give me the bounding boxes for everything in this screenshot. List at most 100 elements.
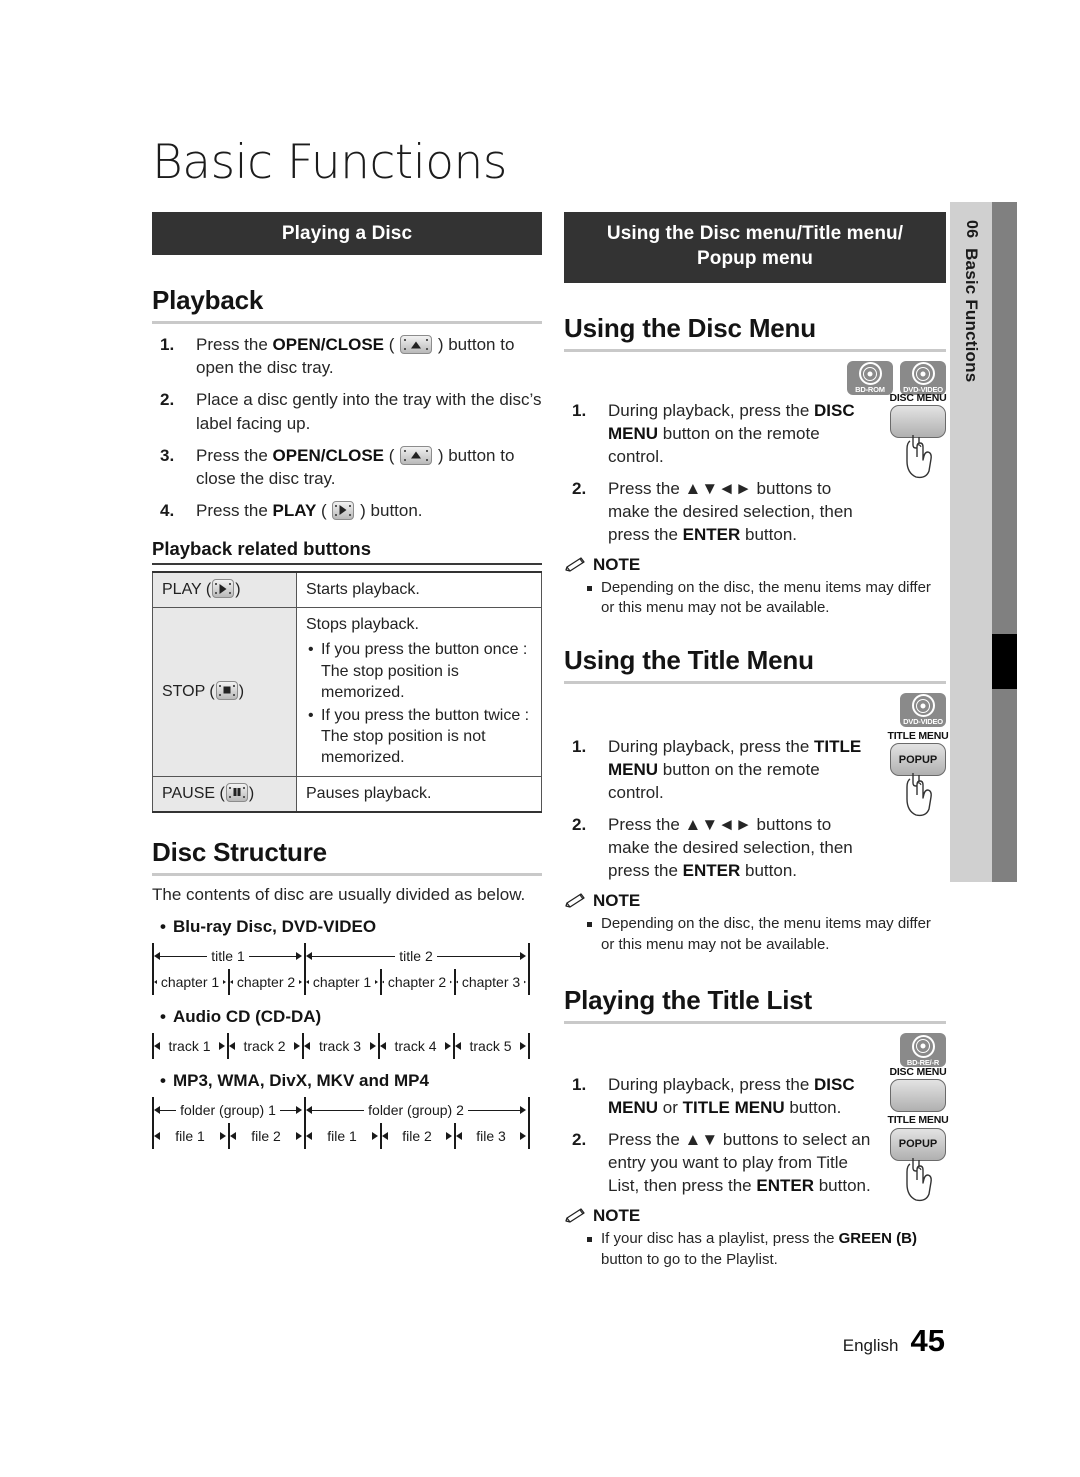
heading-using-the-title-menu: Using the Title Menu xyxy=(564,644,814,675)
step-text-pre: During playback, press the xyxy=(608,1074,814,1094)
disc-structure-group-label: Audio CD (CD-DA) xyxy=(160,1007,542,1027)
diagram-segment: title 2 xyxy=(304,943,528,969)
pencil-icon xyxy=(565,1208,585,1224)
step-text: Place a disc gently into the tray with t… xyxy=(196,390,542,433)
heading-rule xyxy=(152,563,542,566)
button-name: PAUSE xyxy=(162,784,216,802)
list-item: If you press the button once : The stop … xyxy=(308,639,532,703)
section-playing-title-list: Playing the Title List BD-RE/-R DISC MEN… xyxy=(564,984,949,1270)
stop-key-icon xyxy=(215,680,238,700)
list-item: Depending on the disc, the menu items ma… xyxy=(586,914,946,955)
heading-disc-structure: Disc Structure xyxy=(152,836,327,867)
diagram-audio-cd: track 1 track 2 track 3 track 4 track 5 xyxy=(152,1032,530,1059)
list-item: 3. Press the OPEN/CLOSE ( ) button to cl… xyxy=(152,444,542,490)
diagram-segment: file 1 xyxy=(152,1123,228,1149)
disc-type-badges: DVD-VIDEO xyxy=(564,692,946,727)
step-bold: ENTER xyxy=(756,1176,814,1196)
diagram-row-tracks: track 1 track 2 track 3 track 4 track 5 xyxy=(152,1032,530,1059)
diagram-segment: file 3 xyxy=(454,1123,528,1149)
diagram-segment: track 4 xyxy=(378,1033,453,1059)
note-text-post: button to go to the Playlist. xyxy=(601,1250,778,1268)
disc-structure-group-label: MP3, WMA, DivX, MKV and MP4 xyxy=(160,1071,542,1091)
remote-key-label: DISC MENU xyxy=(889,391,947,404)
left-column: Playing a Disc Playback 1. Press the OPE… xyxy=(152,212,542,1149)
step-text-mid: ( xyxy=(316,500,332,520)
diagram-segment: chapter 3 xyxy=(454,969,528,995)
heading-rule xyxy=(564,348,946,352)
diagram-row-folders: folder (group) 1 folder (group) 2 xyxy=(152,1096,530,1149)
play-key-icon xyxy=(212,579,235,599)
heading-playing-the-title-list: Playing the Title List xyxy=(564,984,812,1015)
remote-key-illustration-disc-menu: DISC MENU xyxy=(886,391,950,482)
note-list: Depending on the disc, the menu items ma… xyxy=(586,578,946,619)
note-header: NOTE xyxy=(564,891,946,911)
step-text-post: ) button. xyxy=(355,500,423,520)
desc-text: Starts playback. xyxy=(306,581,420,599)
step-number: 2. xyxy=(572,1130,587,1150)
chapter-tab-label: 06 Basic Functions xyxy=(961,220,981,382)
step-bold: ENTER xyxy=(682,525,741,545)
banner-line-2: Popup menu xyxy=(696,248,814,270)
heading-rule xyxy=(152,321,542,325)
pause-key-icon xyxy=(225,782,248,802)
step-number: 1. xyxy=(572,736,587,756)
diagram-segment: chapter 1 xyxy=(304,969,380,995)
pencil-icon xyxy=(565,893,585,908)
heading-rule xyxy=(152,872,542,876)
diagram-segment: folder (group) 1 xyxy=(152,1097,304,1123)
badge-label: BD-RE/-R xyxy=(906,1057,940,1067)
badge-label: DVD-VIDEO xyxy=(903,717,943,727)
diagram-segment: file 2 xyxy=(380,1123,454,1149)
table-row: PAUSE () Pauses playback. xyxy=(152,775,542,813)
step-text-post: button. xyxy=(784,1097,842,1117)
remote-key-illustration-title-menu: TITLE MENU POPUP xyxy=(886,729,950,820)
diagram-segment: chapter 1 xyxy=(152,969,228,995)
table-cell-desc: Stops playback. If you press the button … xyxy=(296,607,542,777)
note-title: NOTE xyxy=(593,1206,641,1226)
desc-text: Pauses playback. xyxy=(306,784,432,802)
button-name: STOP xyxy=(162,682,205,700)
note-header: NOTE xyxy=(564,555,946,575)
diagram-segment: track 2 xyxy=(227,1033,302,1059)
note-title: NOTE xyxy=(593,891,641,911)
chapter-tab: 06 Basic Functions xyxy=(950,202,992,882)
playback-buttons-table: PLAY () Starts playback. STOP () Stops p… xyxy=(152,571,542,813)
diagram-mp3-folders: folder (group) 1 folder (group) 2 file 1 xyxy=(152,1096,530,1149)
step-text-post: button. xyxy=(740,861,797,881)
diagram-row-titles: title 1 title 2 xyxy=(152,942,530,995)
diagram-segment: track 5 xyxy=(453,1033,528,1059)
remote-key-illustration-title-list: DISC MENU TITLE MENU POPUP xyxy=(886,1065,950,1204)
disc-badge-dvd-video: DVD-VIDEO xyxy=(900,692,946,727)
banner-line-1: Using the Disc menu/Title menu/ xyxy=(606,223,904,244)
step-text-pre: Press the xyxy=(196,445,273,465)
table-cell-desc: Starts playback. xyxy=(296,571,542,609)
remote-key-label-disc-menu: DISC MENU xyxy=(889,1065,947,1078)
heading-rule xyxy=(564,680,946,684)
list-item: 2. Press the ▲▼ buttons to select an ent… xyxy=(564,1128,872,1197)
step-text-pre: During playback, press the xyxy=(608,736,814,756)
disc-type-badges: BD-RE/-R xyxy=(564,1032,946,1067)
section-playback-buttons: Playback related buttons PLAY () Starts … xyxy=(152,538,542,813)
step-text-pre: Press the xyxy=(196,500,273,520)
hand-pressing-icon xyxy=(896,433,940,481)
heading-using-the-disc-menu: Using the Disc Menu xyxy=(564,312,816,343)
remote-key-label: TITLE MENU xyxy=(887,729,949,742)
list-item: 4. Press the PLAY ( ) button. xyxy=(152,499,542,522)
chapter-name: Basic Functions xyxy=(962,248,981,383)
play-key-icon xyxy=(332,500,355,520)
page-footer: English 45 xyxy=(843,1323,945,1359)
manual-page: 06 Basic Functions Basic Functions Playi… xyxy=(0,0,1080,1477)
step-text-mid: ( xyxy=(384,335,400,355)
disc-structure-group-label: Blu-ray Disc, DVD-VIDEO xyxy=(160,917,542,937)
table-row: STOP () Stops playback. If you press the… xyxy=(152,607,542,777)
step-bold: OPEN/CLOSE xyxy=(272,445,385,465)
disc-icon xyxy=(911,694,935,718)
diagram-row-files: file 1 file 2 file 1 file 2 file 3 xyxy=(152,1122,530,1149)
diagram-segment: folder (group) 2 xyxy=(304,1097,528,1123)
list-item: 1. During playback, press the DISC MENU … xyxy=(564,1073,872,1119)
step-bold: ENTER xyxy=(682,861,741,881)
step-text-post: button. xyxy=(814,1176,871,1196)
list-item: If your disc has a playlist, press the G… xyxy=(586,1229,946,1270)
remote-key-label-title-menu: TITLE MENU xyxy=(887,1114,949,1127)
table-cell-label: PAUSE () xyxy=(152,775,297,813)
